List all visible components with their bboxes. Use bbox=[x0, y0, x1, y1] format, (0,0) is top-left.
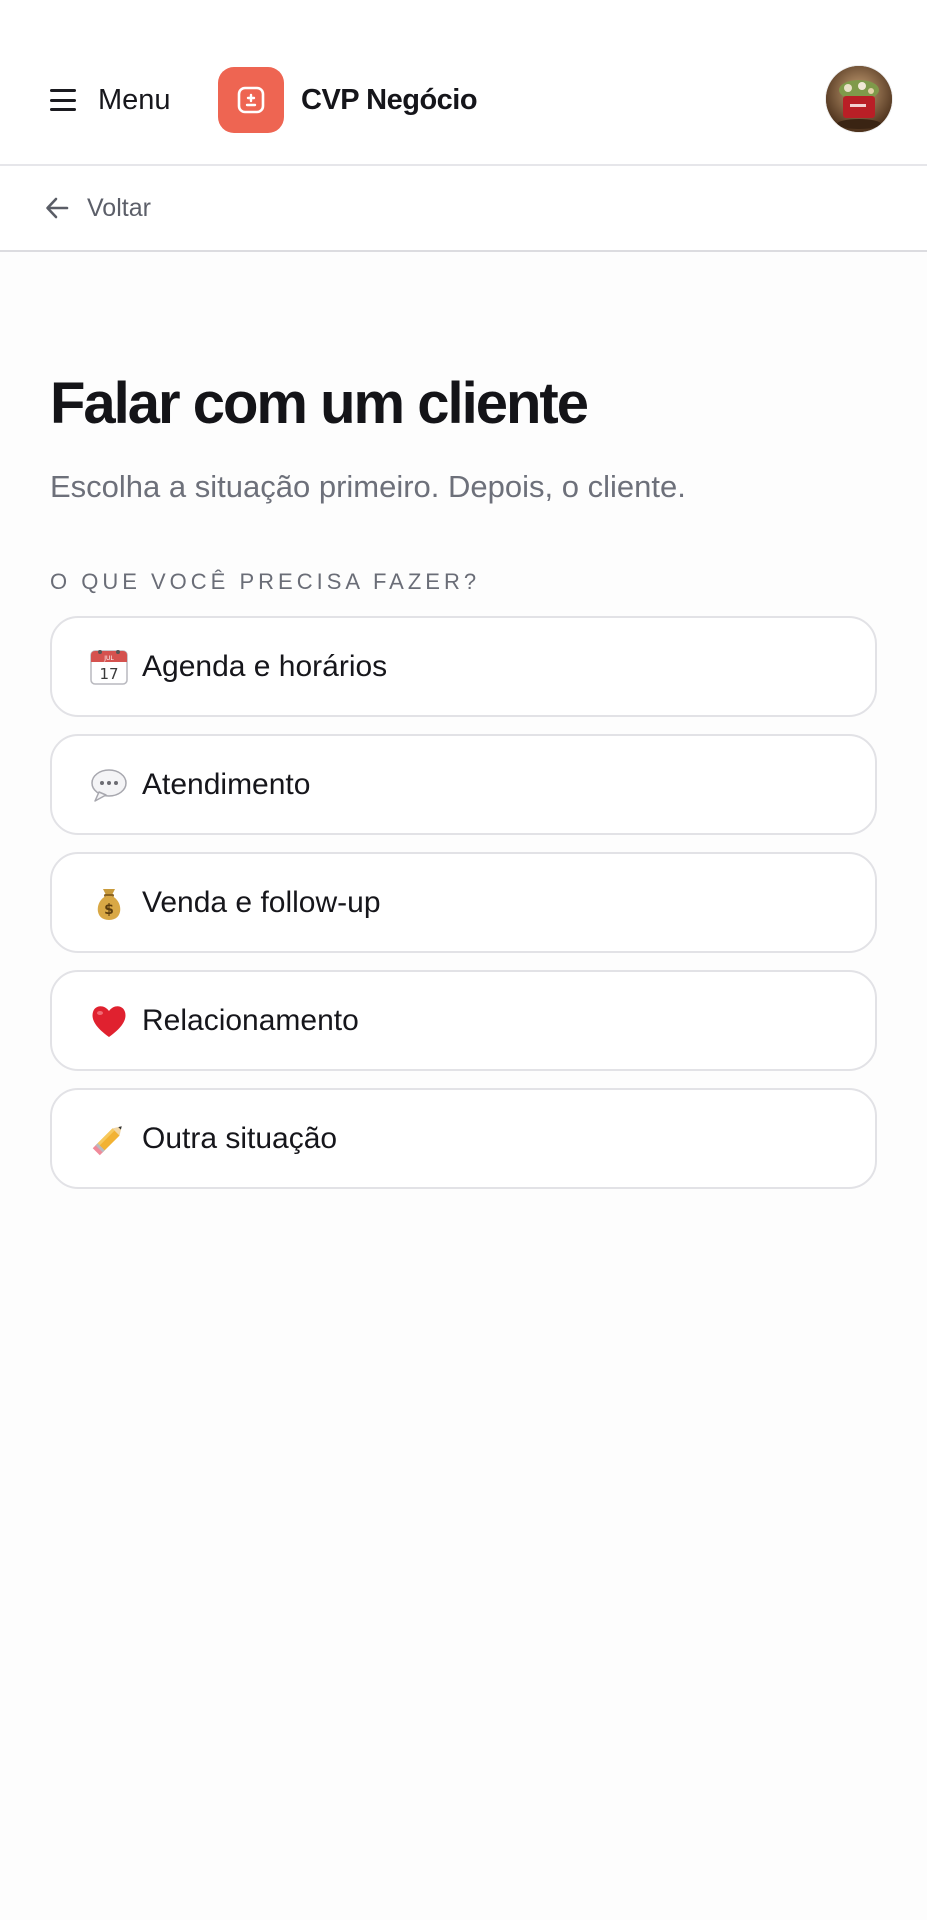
hamburger-icon bbox=[50, 89, 76, 111]
section-label: O QUE VOCÊ PRECISA FAZER? bbox=[50, 569, 481, 594]
menu-button[interactable]: Menu bbox=[50, 74, 171, 126]
brand-name: CVP Negócio bbox=[301, 83, 478, 116]
page: Menu CVP Negócio Voltar Falar com um cli… bbox=[0, 0, 927, 1920]
brand-logo-icon bbox=[218, 67, 284, 133]
calendar-icon: JUL 17 bbox=[88, 646, 130, 688]
option-label: Venda e follow-up bbox=[142, 885, 381, 919]
option-label: Outra situação bbox=[142, 1121, 338, 1155]
top-header: Menu CVP Negócio bbox=[0, 0, 927, 166]
page-subtitle: Escolha a situação primeiro. Depois, o c… bbox=[50, 469, 686, 504]
menu-label: Menu bbox=[98, 83, 171, 116]
avatar[interactable] bbox=[826, 66, 892, 132]
brand[interactable]: CVP Negócio bbox=[218, 67, 478, 133]
back-label: Voltar bbox=[87, 193, 151, 222]
option-outra[interactable]: Outra situação bbox=[50, 1088, 877, 1189]
speech-bubble-icon bbox=[88, 764, 130, 806]
svg-text:$: $ bbox=[104, 902, 114, 918]
option-agenda[interactable]: JUL 17 Agenda e horários bbox=[50, 616, 877, 717]
back-bar: Voltar bbox=[0, 166, 927, 252]
back-button[interactable]: Voltar bbox=[44, 186, 151, 230]
page-title: Falar com um cliente bbox=[50, 371, 589, 436]
option-venda[interactable]: $ Venda e follow-up bbox=[50, 852, 877, 953]
arrow-left-icon bbox=[46, 197, 69, 219]
options-list: JUL 17 Agenda e horários Atendimento $ V… bbox=[50, 616, 877, 1206]
option-relacionamento[interactable]: Relacionamento bbox=[50, 970, 877, 1071]
profile-photo-icon bbox=[826, 66, 892, 132]
option-atendimento[interactable]: Atendimento bbox=[50, 734, 877, 835]
svg-text:JUL: JUL bbox=[103, 655, 114, 662]
pencil-icon bbox=[88, 1118, 130, 1160]
red-heart-icon bbox=[88, 1000, 130, 1042]
option-label: Relacionamento bbox=[142, 1003, 359, 1037]
svg-text:17: 17 bbox=[99, 665, 118, 683]
option-label: Agenda e horários bbox=[142, 649, 388, 683]
option-label: Atendimento bbox=[142, 767, 311, 801]
money-bag-icon: $ bbox=[88, 882, 130, 924]
